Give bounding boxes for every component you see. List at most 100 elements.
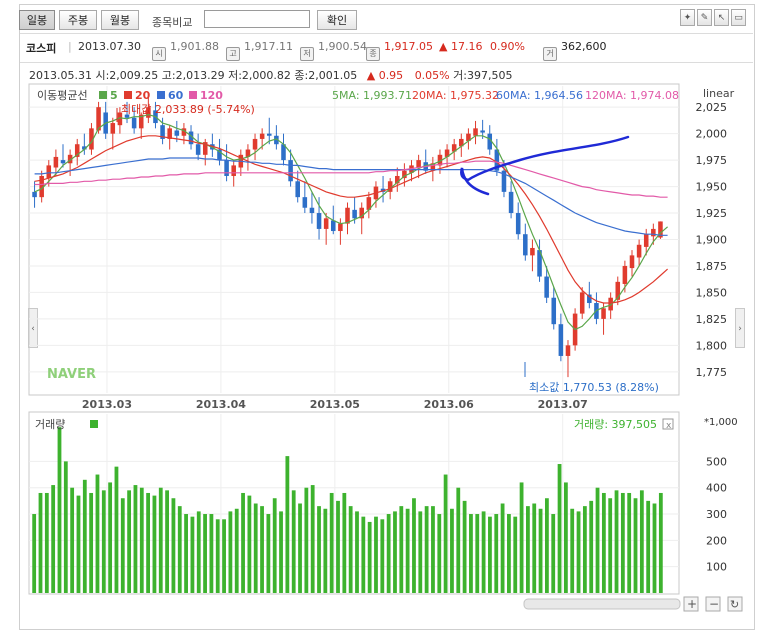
volume-bar: [95, 474, 100, 593]
price-tick-label: 1,800: [696, 339, 728, 352]
volume-bar: [393, 511, 397, 593]
candle-body: [32, 191, 37, 198]
volume-bar: [595, 487, 600, 593]
ma20-swatch: [124, 91, 132, 99]
candle-body: [551, 297, 557, 325]
volume-bar: [620, 492, 625, 593]
volume-bar: [462, 500, 467, 593]
volume-bar: [120, 498, 125, 593]
candle-body: [316, 213, 322, 229]
volume-bar: [551, 514, 556, 593]
candle-body: [508, 191, 514, 214]
candle-body: [259, 133, 265, 139]
volume-bar: [538, 508, 543, 593]
volume-bar: [317, 506, 321, 593]
volume-bar: [323, 508, 328, 593]
volume-bar: [38, 492, 43, 593]
volume-bar: [367, 521, 372, 593]
close-icon[interactable]: x: [666, 421, 672, 431]
volume-bar: [304, 487, 309, 593]
volume-bar: [443, 474, 448, 593]
candle-body: [131, 117, 137, 129]
volume-bar: [108, 482, 113, 593]
date-tick-label: 2013.05: [310, 398, 360, 411]
volume-bar: [450, 508, 454, 593]
candle-body: [231, 165, 236, 176]
volume-tick-label: 200: [706, 534, 727, 547]
volume-bar: [70, 487, 75, 593]
candle-body: [288, 160, 293, 182]
volume-bar: [386, 514, 391, 593]
naver-watermark: NAVER: [47, 367, 96, 382]
candle-body: [224, 160, 229, 176]
volume-bar: [272, 498, 277, 593]
chart-canvas: 2013.03 2013.04 2013.05 2013.06 2013.07 1,77…: [28, 83, 743, 612]
volume-bar: [329, 492, 334, 593]
candle-body: [330, 220, 336, 232]
price-tick-label: 1,850: [696, 286, 728, 299]
minus-icon: −: [709, 597, 719, 611]
ma5-swatch: [99, 91, 107, 99]
date-tick-label: 2013.04: [196, 398, 246, 411]
price-tick-label: 2,000: [696, 128, 728, 141]
candle-body: [53, 156, 59, 168]
price-tick-label: 1,775: [696, 366, 728, 379]
volume-bar: [253, 503, 258, 593]
candle-body: [323, 218, 329, 229]
volume-bar: [342, 492, 347, 593]
ma5-value: 5MA: 1,993.71: [332, 89, 412, 102]
price-tick-label: 2,025: [696, 101, 728, 114]
volume-bar: [266, 514, 271, 593]
volume-bar: [627, 492, 632, 593]
scale-label[interactable]: linear: [703, 87, 735, 100]
volume-bar: [158, 487, 163, 593]
ma60-swatch: [157, 91, 165, 99]
volume-bar: [494, 514, 499, 593]
candle-body: [295, 181, 300, 198]
volume-bar: [437, 514, 442, 593]
candle-body: [544, 276, 549, 298]
volume-bar: [570, 508, 575, 593]
ma-line-20: [34, 135, 668, 304]
volume-title: 거래량: [35, 418, 65, 431]
volume-bar: [139, 487, 144, 593]
volume-bar: [544, 498, 549, 593]
volume-bar: [241, 492, 245, 593]
candle-body: [622, 265, 628, 284]
candle-body: [651, 228, 656, 237]
candle-body: [338, 223, 343, 232]
volume-bar: [576, 511, 581, 593]
volume-bar: [146, 492, 151, 593]
volume-bar: [177, 506, 182, 593]
date-tick-label: 2013.03: [82, 398, 132, 411]
volume-bar: [234, 508, 239, 593]
range-scrollbar[interactable]: [523, 598, 681, 610]
candle-body: [643, 234, 649, 247]
volume-bar: [165, 490, 169, 593]
volume-bar: [57, 427, 62, 593]
candle-body: [515, 213, 521, 235]
volume-bar: [405, 508, 410, 593]
volume-bar: [348, 506, 353, 593]
volume-bar: [646, 500, 651, 593]
volume-tick-label: 300: [706, 508, 727, 521]
candle-body: [579, 292, 585, 314]
volume-bar: [101, 490, 106, 593]
volume-bar: [89, 492, 94, 593]
volume-bar: [431, 506, 435, 593]
ma120-swatch: [189, 91, 197, 99]
volume-bar: [481, 511, 486, 593]
candle-body: [629, 255, 635, 269]
candle-body: [530, 247, 535, 256]
volume-bar: [51, 485, 56, 593]
pen-annotation: [460, 135, 630, 196]
volume-bar: [633, 498, 638, 593]
ma-legend-title: 이동평균선: [37, 89, 88, 102]
ma-line-5: [34, 113, 668, 331]
volume-bar: [614, 490, 619, 593]
volume-tick-label: 400: [706, 482, 727, 495]
volume-bar: [171, 498, 176, 593]
candle-body: [523, 234, 528, 256]
price-tick-label: 1,825: [696, 313, 728, 326]
ma60-legend: 60: [168, 89, 184, 102]
